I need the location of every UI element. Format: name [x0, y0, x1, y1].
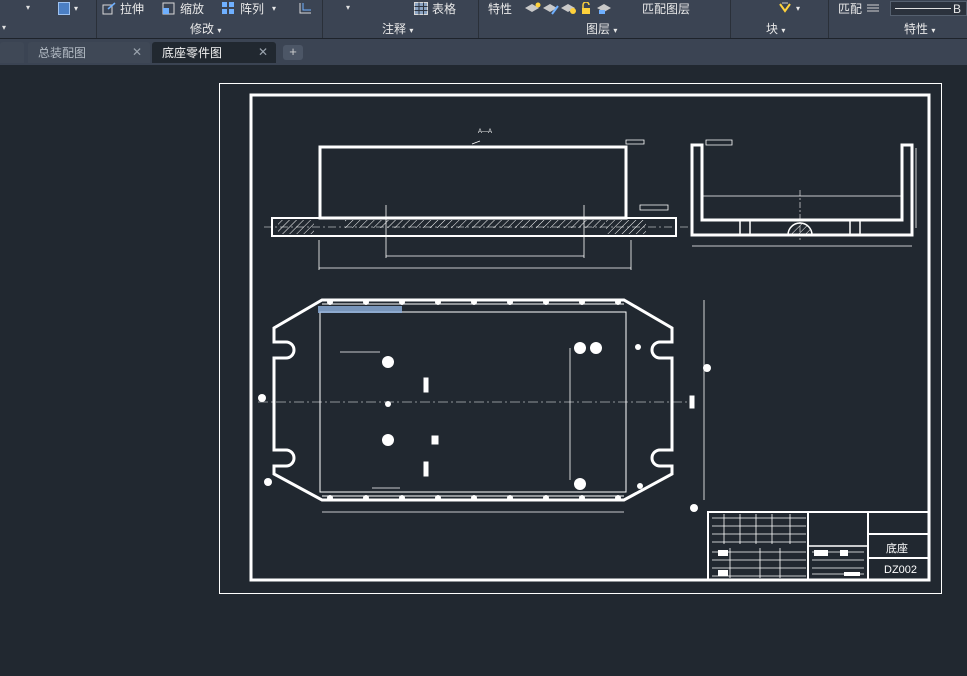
- section-view: [264, 139, 690, 270]
- layer-tools: [524, 0, 614, 17]
- fillet-tool-button[interactable]: [298, 0, 316, 17]
- linetype-select[interactable]: B: [890, 1, 967, 16]
- chevron-down-icon: ▾: [613, 26, 618, 35]
- array-button[interactable]: 阵列 ▾: [222, 0, 276, 17]
- linetype-bylayer-text: B: [953, 1, 962, 16]
- array-label: 阵列: [240, 2, 265, 16]
- layers-panel-label[interactable]: 图层 ▾: [586, 20, 617, 36]
- tab-label: 总装配图: [38, 46, 87, 60]
- block-icon: [779, 2, 791, 13]
- layer-match-icon[interactable]: [596, 2, 614, 15]
- match-layer-button[interactable]: 匹配图层: [642, 0, 690, 17]
- modify-panel-label[interactable]: 修改 ▾: [190, 20, 221, 36]
- panel-divider: [96, 0, 97, 38]
- layer-properties-button[interactable]: 特性: [488, 0, 512, 17]
- match-properties-label: 匹配: [838, 2, 863, 16]
- stretch-label: 拉伸: [120, 2, 145, 16]
- tab-previous[interactable]: [0, 42, 24, 63]
- tab-assembly-drawing[interactable]: 总装配图 ✕: [28, 42, 150, 63]
- close-icon[interactable]: ✕: [132, 45, 142, 59]
- chevron-down-icon: ▾: [931, 26, 936, 35]
- tab-label: 底座零件图: [162, 46, 223, 60]
- chevron-down-icon: ▾: [409, 26, 414, 35]
- sheet-outer-border: [219, 83, 942, 594]
- list-icon: [867, 4, 880, 12]
- close-icon[interactable]: ✕: [258, 45, 268, 59]
- chevron-down-icon[interactable]: ▾: [346, 3, 350, 12]
- chevron-down-icon: ▾: [796, 4, 801, 13]
- fillet-icon: [299, 3, 311, 14]
- file-tabs-bar: 总装配图 ✕ 底座零件图 ✕: [0, 39, 967, 65]
- layer-lock-icon[interactable]: [578, 2, 596, 15]
- block-panel-text: 块: [766, 22, 779, 36]
- panel-divider: [478, 0, 479, 38]
- layer-isolate-icon[interactable]: [542, 2, 560, 15]
- properties-panel-text: 特性: [904, 22, 929, 36]
- ribbon: ▾ ▾ 拉伸 缩放 阵列 ▾ ▾ 表格 特性 匹配图层 ▾ 匹配 B ▾ 修改 …: [0, 0, 967, 39]
- panel-divider: [730, 0, 731, 38]
- copy-icon: [58, 2, 70, 15]
- match-properties-button[interactable]: 匹配: [838, 0, 880, 17]
- layer-freeze-icon[interactable]: [560, 2, 578, 15]
- sheet-inner-border: [249, 93, 931, 582]
- annotation-panel-text: 注释: [382, 22, 407, 36]
- copy-tool-button[interactable]: ▾: [58, 0, 78, 17]
- layer-on-icon[interactable]: [524, 2, 542, 15]
- chevron-down-icon: ▾: [272, 4, 277, 13]
- chevron-down-icon[interactable]: ▾: [2, 23, 6, 32]
- tab-base-part-drawing[interactable]: 底座零件图 ✕: [152, 42, 276, 63]
- properties-panel-label[interactable]: 特性 ▾: [904, 20, 935, 36]
- table-label: 表格: [432, 2, 457, 16]
- scale-icon: [162, 2, 175, 15]
- plan-view: [258, 298, 705, 513]
- block-panel-label[interactable]: 块 ▾: [766, 20, 785, 36]
- chevron-down-icon: ▾: [217, 26, 222, 35]
- selection-highlight: [318, 306, 402, 313]
- cad-drawing: A—A: [219, 83, 942, 594]
- stretch-button[interactable]: 拉伸: [102, 0, 144, 17]
- drawing-canvas[interactable]: A—A 底座 DZ002: [0, 66, 967, 676]
- modify-panel-text: 修改: [190, 22, 215, 36]
- section-label: A—A: [478, 129, 492, 135]
- linetype-preview: [895, 8, 951, 9]
- drawing-number-text: DZ002: [884, 564, 918, 576]
- scale-label: 缩放: [180, 2, 205, 16]
- panel-divider: [828, 0, 829, 38]
- scale-button[interactable]: 缩放: [162, 0, 204, 17]
- array-icon: [222, 2, 234, 14]
- chevron-down-icon: ▾: [74, 4, 79, 13]
- layer-properties-label: 特性: [488, 2, 513, 16]
- plan-holes: [258, 299, 711, 512]
- chevron-down-icon[interactable]: ▾: [26, 3, 30, 12]
- match-layer-label: 匹配图层: [642, 2, 691, 16]
- new-tab-plus-icon[interactable]: +: [283, 45, 303, 60]
- part-name-text: 底座: [886, 543, 908, 555]
- stretch-icon: [102, 2, 116, 15]
- insert-block-button[interactable]: ▾: [778, 0, 800, 17]
- panel-divider: [322, 0, 323, 38]
- chevron-down-icon: ▾: [781, 26, 786, 35]
- side-view: [690, 139, 917, 247]
- table-icon: [414, 2, 428, 15]
- annotation-panel-label[interactable]: 注释 ▾: [382, 20, 413, 36]
- ribbon-tools-row: ▾ ▾ 拉伸 缩放 阵列 ▾ ▾ 表格 特性 匹配图层 ▾ 匹配 B: [0, 0, 967, 18]
- layers-panel-text: 图层: [586, 22, 611, 36]
- table-button[interactable]: 表格: [414, 0, 456, 17]
